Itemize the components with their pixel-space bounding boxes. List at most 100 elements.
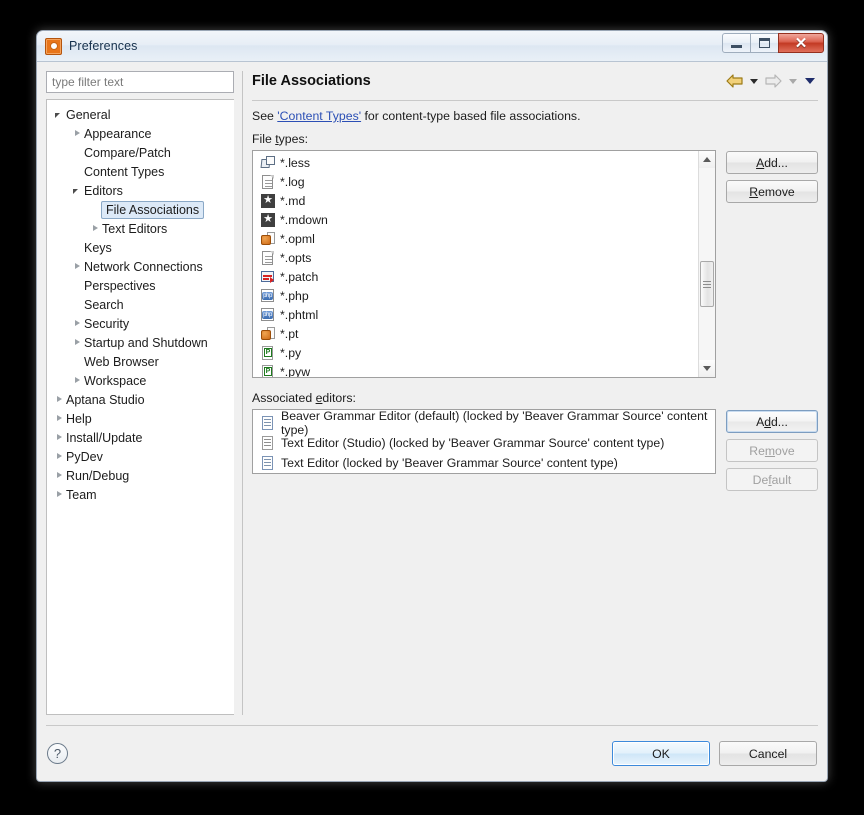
file-type-item[interactable]: *.pt xyxy=(253,324,698,343)
dialog-footer: ? OK Cancel xyxy=(46,725,818,781)
editors-add-button[interactable]: Add... xyxy=(726,410,818,433)
sidebar-item-appearance[interactable]: Appearance xyxy=(47,124,234,143)
sidebar: General Appearance Compare/Patch Content Ty… xyxy=(46,71,234,715)
sidebar-item-compare-patch[interactable]: Compare/Patch xyxy=(47,143,234,162)
sidebar-item-label: Web Browser xyxy=(84,354,159,369)
associated-editors-list[interactable]: Beaver Grammar Editor (default) (locked … xyxy=(252,409,716,474)
file-type-item[interactable]: *.less xyxy=(253,153,698,172)
tree-collapse-arrow-icon[interactable] xyxy=(71,374,84,387)
python-file-icon: P xyxy=(260,364,276,377)
tree-expand-arrow-icon[interactable] xyxy=(53,108,66,121)
preferences-tree[interactable]: General Appearance Compare/Patch Content Ty… xyxy=(46,99,234,715)
back-history-chevron-down-icon[interactable] xyxy=(750,78,758,84)
tree-collapse-arrow-icon[interactable] xyxy=(89,222,102,235)
sidebar-item-content-types[interactable]: Content Types xyxy=(47,162,234,181)
less-file-icon xyxy=(260,155,276,171)
file-type-item[interactable]: ★ *.md xyxy=(253,191,698,210)
scrollbar-thumb[interactable] xyxy=(700,261,714,307)
content-types-hint: See 'Content Types' for content-type bas… xyxy=(252,109,818,123)
file-type-item[interactable]: *.log xyxy=(253,172,698,191)
sidebar-item-text-editors[interactable]: Text Editors xyxy=(47,219,234,238)
associated-editor-item[interactable]: Text Editor (Studio) (locked by 'Beaver … xyxy=(253,433,715,453)
file-type-item[interactable]: php *.php xyxy=(253,286,698,305)
file-types-scrollbar[interactable] xyxy=(698,151,715,377)
sidebar-item-pydev[interactable]: PyDev xyxy=(47,447,234,466)
maximize-button[interactable] xyxy=(750,33,779,53)
footer-buttons: OK Cancel xyxy=(612,741,817,766)
sidebar-item-run-debug[interactable]: Run/Debug xyxy=(47,466,234,485)
content-types-link[interactable]: 'Content Types' xyxy=(277,109,361,123)
file-types-buttons: Add... Remove xyxy=(726,150,818,203)
editor-file-icon-blue xyxy=(260,415,276,431)
tree-collapse-arrow-icon[interactable] xyxy=(53,431,66,444)
tree-collapse-arrow-icon[interactable] xyxy=(53,488,66,501)
file-type-item[interactable]: php *.phtml xyxy=(253,305,698,324)
file-types-add-button[interactable]: Add... xyxy=(726,151,818,174)
sidebar-item-file-associations[interactable]: File Associations xyxy=(47,200,234,219)
sidebar-item-label: PyDev xyxy=(66,449,103,464)
sidebar-item-team[interactable]: Team xyxy=(47,485,234,504)
minimize-button[interactable] xyxy=(722,33,751,53)
sidebar-item-label: Editors xyxy=(84,183,123,198)
filter-input[interactable] xyxy=(46,71,234,93)
sidebar-item-general[interactable]: General xyxy=(47,105,234,124)
file-types-list[interactable]: *.less *.log ★ *.md ★ *.mdown *.opml *.opts *.pa… xyxy=(252,150,716,378)
sidebar-item-label: Compare/Patch xyxy=(84,145,171,160)
sidebar-item-label: Aptana Studio xyxy=(66,392,145,407)
associated-editor-item[interactable]: Text Editor (locked by 'Beaver Grammar S… xyxy=(253,453,715,473)
scroll-down-arrow-icon[interactable] xyxy=(699,360,715,377)
sidebar-item-aptana-studio[interactable]: Aptana Studio xyxy=(47,390,234,409)
back-arrow-icon[interactable] xyxy=(724,74,745,88)
file-type-label: *.mdown xyxy=(280,212,328,227)
file-types-remove-button[interactable]: Remove xyxy=(726,180,818,203)
tree-collapse-arrow-icon[interactable] xyxy=(71,260,84,273)
ok-button[interactable]: OK xyxy=(612,741,710,766)
sidebar-item-security[interactable]: Security xyxy=(47,314,234,333)
sidebar-item-startup-and-shutdown[interactable]: Startup and Shutdown xyxy=(47,333,234,352)
file-type-item[interactable]: *.opml xyxy=(253,229,698,248)
close-button[interactable]: ✕ xyxy=(778,33,824,53)
sidebar-item-search[interactable]: Search xyxy=(47,295,234,314)
opml-file-icon xyxy=(260,326,276,342)
associated-editors-row: Beaver Grammar Editor (default) (locked … xyxy=(252,409,818,715)
sidebar-item-workspace[interactable]: Workspace xyxy=(47,371,234,390)
tree-collapse-arrow-icon[interactable] xyxy=(71,336,84,349)
tree-collapse-arrow-icon[interactable] xyxy=(53,469,66,482)
sidebar-item-web-browser[interactable]: Web Browser xyxy=(47,352,234,371)
tree-collapse-arrow-icon[interactable] xyxy=(53,412,66,425)
sidebar-item-editors[interactable]: Editors xyxy=(47,181,234,200)
file-type-item[interactable]: *.patch xyxy=(253,267,698,286)
file-type-item[interactable]: P *.pyw xyxy=(253,362,698,377)
file-type-item[interactable]: *.opts xyxy=(253,248,698,267)
associated-editor-item[interactable]: Beaver Grammar Editor (default) (locked … xyxy=(253,410,715,437)
scroll-up-arrow-icon[interactable] xyxy=(699,151,715,168)
cancel-button[interactable]: Cancel xyxy=(719,741,817,766)
associated-editor-label: Text Editor (Studio) (locked by 'Beaver … xyxy=(281,436,665,450)
sidebar-item-help[interactable]: Help xyxy=(47,409,234,428)
close-icon: ✕ xyxy=(794,34,808,52)
sidebar-item-install-update[interactable]: Install/Update xyxy=(47,428,234,447)
sidebar-item-label: Keys xyxy=(84,240,112,255)
hint-prefix: See xyxy=(252,109,278,123)
tree-expand-arrow-icon[interactable] xyxy=(71,184,84,197)
page-menu-chevron-down-icon[interactable] xyxy=(805,78,815,84)
help-icon[interactable]: ? xyxy=(47,743,68,764)
window-title: Preferences xyxy=(69,39,138,53)
associated-editor-label: Beaver Grammar Editor (default) (locked … xyxy=(281,409,708,437)
file-type-item[interactable]: P *.py xyxy=(253,343,698,362)
remove-mnemonic: R xyxy=(749,184,759,199)
tree-collapse-arrow-icon[interactable] xyxy=(71,317,84,330)
tree-collapse-arrow-icon[interactable] xyxy=(71,127,84,140)
associated-editors-buttons: Add... Remove Default xyxy=(726,409,818,491)
sidebar-item-network-connections[interactable]: Network Connections xyxy=(47,257,234,276)
tree-collapse-arrow-icon[interactable] xyxy=(53,450,66,463)
sidebar-item-label: File Associations xyxy=(101,200,205,219)
sidebar-item-keys[interactable]: Keys xyxy=(47,238,234,257)
tree-collapse-arrow-icon[interactable] xyxy=(53,393,66,406)
file-type-item[interactable]: ★ *.mdown xyxy=(253,210,698,229)
markdown-star-icon: ★ xyxy=(260,193,276,209)
sidebar-item-perspectives[interactable]: Perspectives xyxy=(47,276,234,295)
